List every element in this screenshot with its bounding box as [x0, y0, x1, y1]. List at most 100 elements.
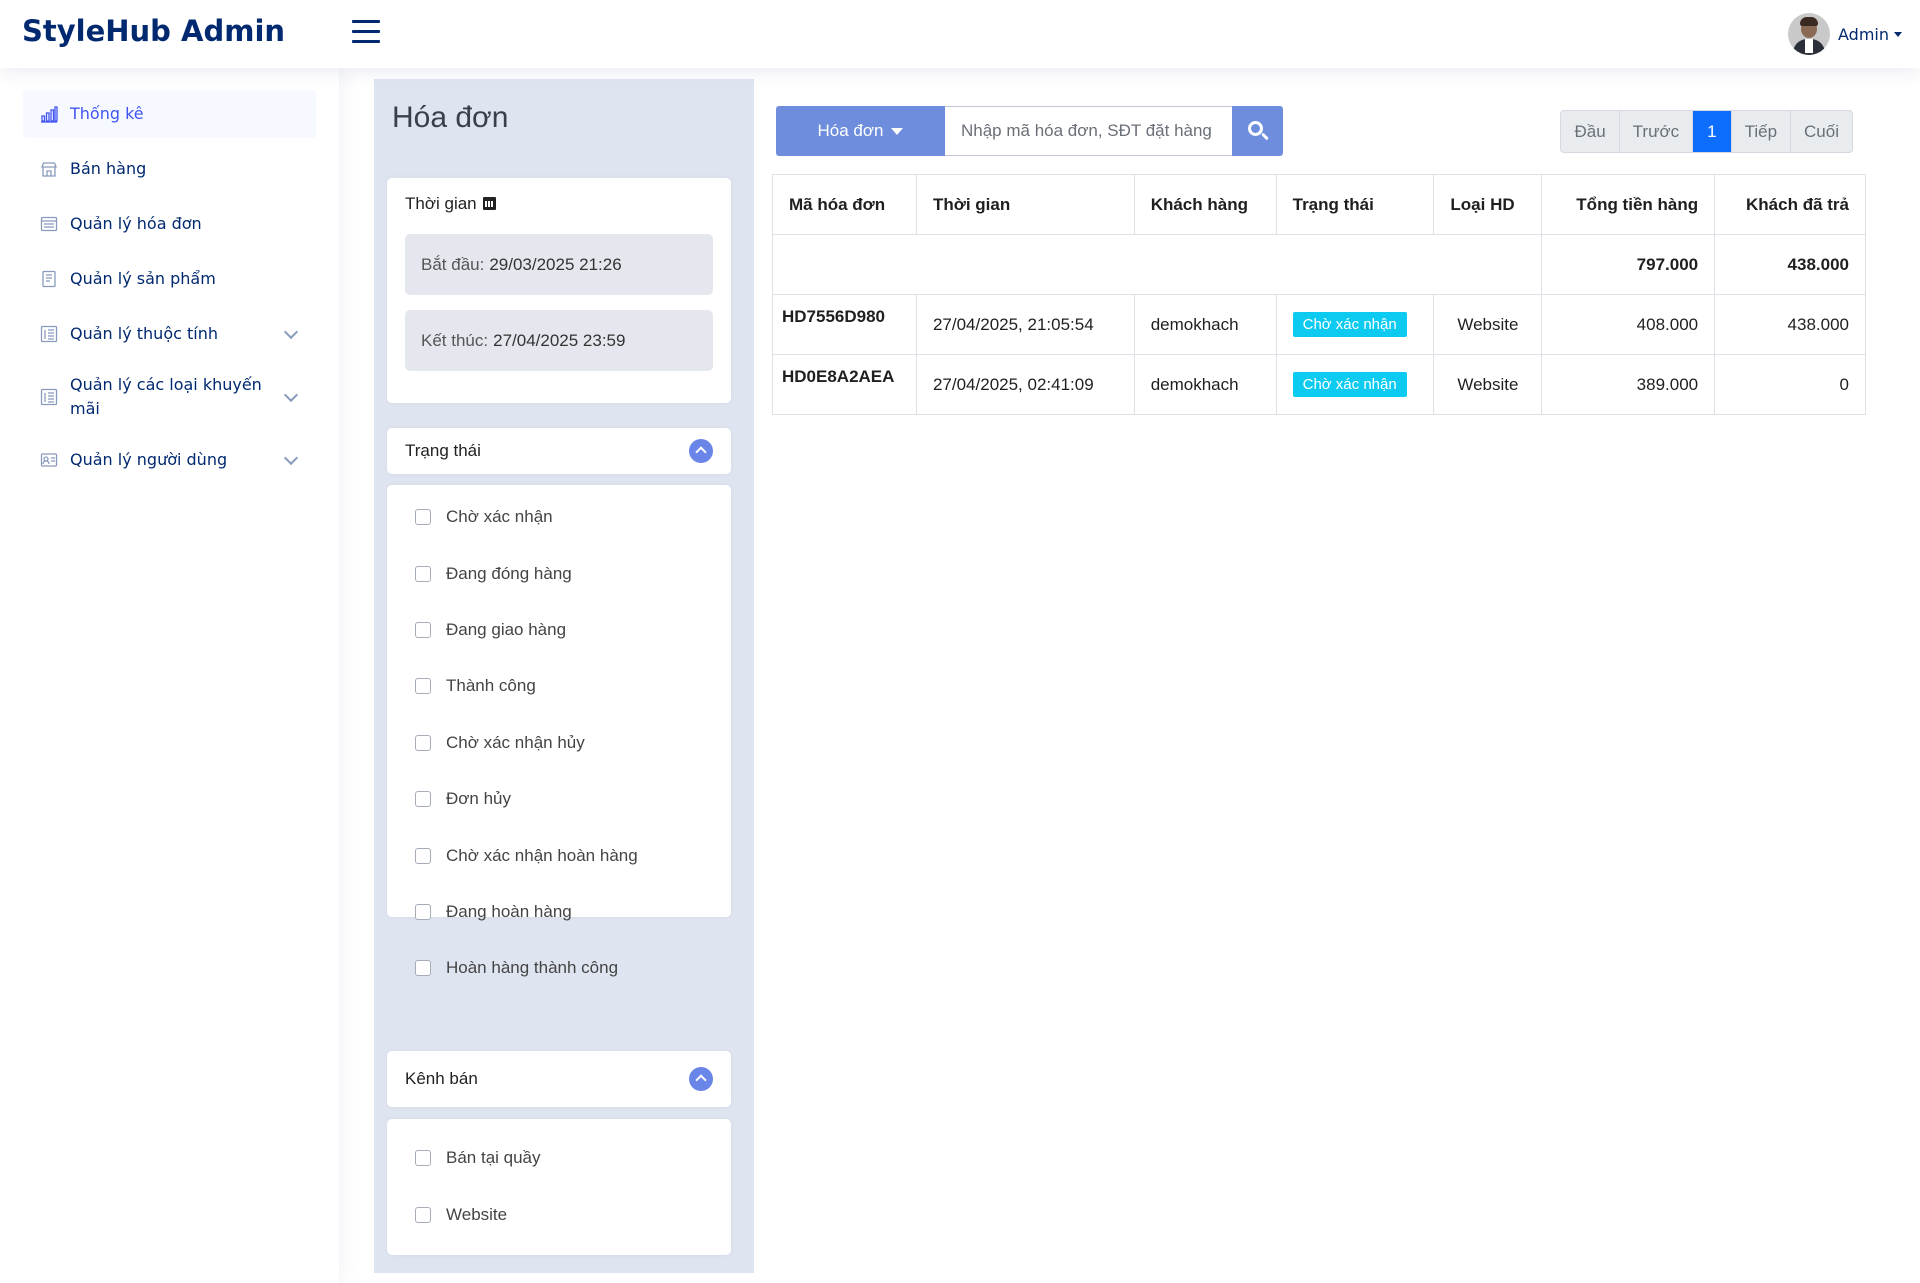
sidebar-item-label: Quản lý sản phẩm — [70, 269, 216, 288]
main-area: Hóa đơn Thời gian Bắt đầu: 29/03/2025 21:… — [374, 79, 1884, 1273]
column-header[interactable]: Thời gian — [915, 174, 1135, 235]
order-customer: demokhach — [1133, 294, 1277, 355]
sidebar-item-quan-ly-san-pham[interactable]: Quản lý sản phẩm — [23, 255, 316, 303]
user-menu[interactable]: Admin — [1788, 13, 1902, 55]
status-option[interactable]: Chờ xác nhận hủy — [415, 715, 703, 771]
chevron-down-icon — [283, 450, 299, 466]
search-type-dropdown[interactable]: Hóa đơn — [776, 106, 945, 156]
menu-toggle-icon[interactable] — [352, 20, 380, 46]
sidebar-item-label: Quản lý thuộc tính — [70, 324, 218, 343]
checkbox[interactable] — [415, 678, 431, 695]
top-header: StyleHub Admin Admin — [0, 0, 1920, 68]
caret-down-icon — [891, 127, 904, 135]
page-last-button[interactable]: Cuối — [1791, 111, 1852, 152]
status-option[interactable]: Chờ xác nhận — [415, 489, 703, 545]
status-option[interactable]: Hoàn hàng thành công — [415, 940, 703, 996]
order-type: Website — [1433, 354, 1543, 415]
page-current-button[interactable]: 1 — [1693, 111, 1732, 152]
sidebar-item-thong-ke[interactable]: Thống kê — [23, 90, 316, 138]
sidebar-item-label: Thống kê — [70, 104, 144, 123]
column-header[interactable]: Loại HD — [1433, 174, 1543, 235]
checkbox[interactable] — [415, 1150, 431, 1167]
table-header-row: Mã hóa đơn Thời gian Khách hàng Trạng th… — [772, 174, 1866, 235]
checkbox[interactable] — [415, 903, 431, 920]
table-row[interactable]: HD0E8A2AEA 27/04/2025, 02:41:09 demokhac… — [772, 354, 1866, 415]
column-header[interactable]: Khách đã trả — [1714, 174, 1866, 235]
order-time: 27/04/2025, 21:05:54 — [915, 294, 1135, 355]
sidebar-item-quan-ly-nguoi-dung[interactable]: Quản lý người dùng — [23, 436, 316, 484]
sidebar: Thống kê Bán hàng Quản lý hóa đơn Quản l… — [0, 68, 339, 1283]
order-paid: 0 — [1714, 354, 1866, 415]
order-code[interactable]: HD7556D980 — [772, 294, 917, 355]
page-next-button[interactable]: Tiếp — [1732, 111, 1792, 152]
shop-icon — [41, 162, 57, 177]
filter-panel: Hóa đơn Thời gian Bắt đầu: 29/03/2025 21:… — [374, 79, 754, 1273]
end-time-field[interactable]: Kết thúc: 27/04/2025 23:59 — [405, 310, 713, 371]
order-type: Website — [1433, 294, 1543, 355]
total-paid: 438.000 — [1714, 234, 1866, 295]
list-icon — [40, 325, 58, 343]
status-filter-list: Chờ xác nhận Đang đóng hàng Đang giao hà… — [387, 485, 731, 977]
checkbox[interactable] — [415, 960, 431, 977]
order-paid: 438.000 — [1714, 294, 1866, 355]
channel-option[interactable]: Bán tại quầy — [415, 1130, 703, 1186]
status-badge: Chờ xác nhận — [1292, 312, 1407, 337]
sidebar-item-quan-ly-hoa-don[interactable]: Quản lý hóa đơn — [23, 200, 316, 248]
page-prev-button[interactable]: Trước — [1620, 111, 1694, 152]
calendar-icon — [482, 197, 496, 210]
status-option[interactable]: Đang giao hàng — [415, 602, 703, 658]
page-first-button[interactable]: Đầu — [1561, 111, 1620, 152]
order-total: 389.000 — [1541, 354, 1716, 415]
chevron-down-icon — [283, 324, 299, 340]
avatar — [1788, 13, 1830, 55]
order-total: 408.000 — [1541, 294, 1716, 355]
sidebar-item-label: Quản lý người dùng — [70, 450, 228, 469]
status-option[interactable]: Đơn hủy — [415, 771, 703, 827]
checkbox[interactable] — [415, 734, 431, 751]
checkbox[interactable] — [415, 509, 431, 526]
order-time: 27/04/2025, 02:41:09 — [915, 354, 1135, 415]
pagination: Đầu Trước 1 Tiếp Cuối — [1560, 110, 1853, 153]
time-filter-card: Thời gian Bắt đầu: 29/03/2025 21:26 Kết t… — [387, 178, 731, 403]
status-badge: Chờ xác nhận — [1292, 372, 1407, 397]
brand-logo[interactable]: StyleHub Admin — [22, 14, 285, 48]
chevron-up-icon[interactable] — [689, 1067, 713, 1091]
receipt-icon — [40, 216, 58, 232]
column-header[interactable]: Mã hóa đơn — [772, 174, 917, 235]
checkbox[interactable] — [415, 621, 431, 638]
status-filter-header[interactable]: Trạng thái — [387, 428, 731, 474]
search-button[interactable] — [1232, 106, 1283, 156]
start-time-field[interactable]: Bắt đầu: 29/03/2025 21:26 — [405, 234, 713, 295]
checkbox[interactable] — [415, 565, 431, 582]
sidebar-item-quan-ly-khuyen-mai[interactable]: Quản lý các loại khuyến mãi — [23, 365, 316, 429]
sidebar-item-label: Bán hàng — [70, 159, 147, 178]
caret-down-icon — [1894, 31, 1902, 37]
channel-filter-header[interactable]: Kênh bán — [387, 1051, 731, 1107]
column-header[interactable]: Tổng tiền hàng — [1541, 174, 1716, 235]
checkbox[interactable] — [415, 847, 431, 864]
sidebar-item-quan-ly-thuoc-tinh[interactable]: Quản lý thuộc tính — [23, 310, 316, 358]
search-input[interactable] — [945, 106, 1232, 156]
status-option[interactable]: Chờ xác nhận hoàn hàng — [415, 827, 703, 883]
sidebar-item-label: Quản lý hóa đơn — [70, 214, 202, 233]
user-name: Admin — [1838, 24, 1889, 44]
page-title: Hóa đơn — [392, 101, 509, 134]
order-code[interactable]: HD0E8A2AEA — [772, 354, 917, 415]
checkbox[interactable] — [415, 791, 431, 808]
table-row[interactable]: HD7556D980 27/04/2025, 21:05:54 demokhac… — [772, 294, 1866, 355]
column-header[interactable]: Khách hàng — [1133, 174, 1277, 235]
bar-chart-icon — [41, 106, 58, 123]
column-header[interactable]: Trạng thái — [1275, 174, 1435, 235]
status-option[interactable]: Đang đóng hàng — [415, 545, 703, 601]
status-option[interactable]: Đang hoàn hàng — [415, 884, 703, 940]
total-amount: 797.000 — [1541, 234, 1716, 295]
sidebar-item-ban-hang[interactable]: Bán hàng — [23, 145, 316, 193]
orders-content: Hóa đơn Đầu Trước 1 Tiếp Cuối Mã hóa đơn… — [754, 79, 1884, 1273]
person-card-icon — [40, 453, 58, 467]
status-option[interactable]: Thành công — [415, 658, 703, 714]
checkbox[interactable] — [415, 1206, 431, 1223]
channel-filter-list: Bán tại quầy Website — [387, 1119, 731, 1255]
chevron-up-icon[interactable] — [689, 439, 713, 463]
channel-option[interactable]: Website — [415, 1186, 703, 1242]
order-customer: demokhach — [1133, 354, 1277, 415]
